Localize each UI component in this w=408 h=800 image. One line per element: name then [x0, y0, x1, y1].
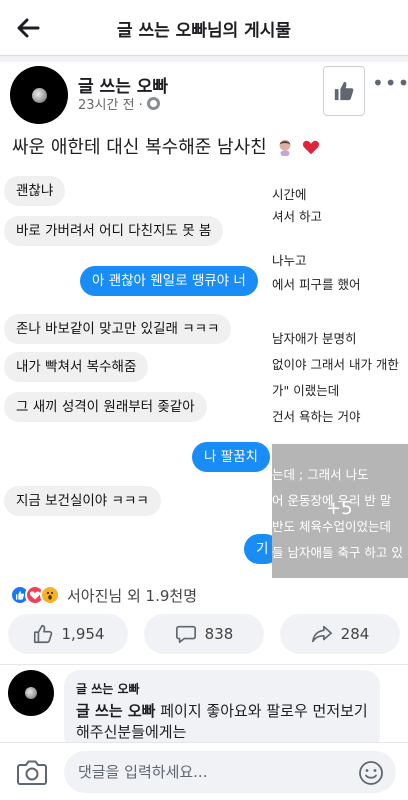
chat-message-in: 존나 바보같이 맞고만 있길래 ㅋㅋㅋ: [4, 314, 232, 344]
thumbs-up-outline-icon: [33, 624, 52, 644]
emoji-button[interactable]: [358, 760, 384, 786]
post-meta: 23시간 전 ·: [78, 94, 160, 113]
thumbnail-text-line: 나누고: [272, 253, 307, 268]
thumbnail-text-line: 에서 피구를 했어: [272, 277, 361, 292]
thumbnail-text-line: 건서 욕하는 거야: [272, 409, 361, 424]
comment-count: 838: [204, 625, 234, 643]
post-caption: 싸운 애한테 대신 복수해준 남사친: [12, 133, 320, 159]
divider: [0, 664, 408, 665]
more-photos-count: +5: [326, 498, 353, 519]
moon-icon: [25, 687, 37, 699]
comment-bubble-icon: [175, 625, 196, 644]
camera-button[interactable]: [16, 757, 48, 787]
section-divider: [0, 56, 408, 62]
chat-message-in: 바로 가버려서 어디 다친지도 못 봄: [4, 216, 224, 246]
like-button[interactable]: 1,954: [8, 614, 128, 654]
globe-icon: [146, 97, 160, 110]
chat-message-in: 내가 빡쳐서 복수해줌: [4, 352, 149, 382]
smiley-icon: [359, 761, 383, 785]
woman-facepalm-emoji-icon: [280, 139, 291, 156]
page-title: 글 쓰는 오빠님의 게시물: [116, 21, 292, 41]
thumbnail-text-line: 시간에: [272, 187, 307, 202]
chat-message-in: 지금 보건실이야 ㅋㅋㅋ: [4, 486, 161, 516]
chat-message-in: 그 새끼 성격이 원래부터 좆같아: [4, 392, 207, 422]
comment-button[interactable]: 838: [144, 614, 264, 654]
share-button[interactable]: 284: [280, 614, 400, 654]
chat-message-out: 나 팔꿈치: [192, 442, 270, 472]
comment-composer: [0, 742, 408, 800]
like-page-button[interactable]: [323, 66, 365, 116]
red-heart-emoji-icon: [303, 140, 320, 155]
comment-input[interactable]: [64, 751, 396, 793]
camera-icon: [17, 760, 47, 785]
overlay-text-line: 는데 ; 그래서 나도: [272, 467, 369, 482]
commenter-avatar[interactable]: [8, 670, 54, 716]
more-options-button[interactable]: •••: [372, 73, 408, 98]
like-count: 1,954: [61, 625, 105, 643]
chat-message-in: 괜찮냐: [4, 176, 66, 206]
thumbnail-text-line: 없이야 그래서 내가 개한: [272, 357, 399, 372]
reactions-summary[interactable]: 서아진님 외 1.9천명: [10, 583, 197, 607]
overlay-text-line: 들 남자애들 축구 하고 있: [272, 545, 403, 560]
reactions-summary-text: 서아진님 외 1.9천명: [67, 586, 197, 605]
more-photos-overlay[interactable]: 는데 ; 그래서 나도 어 운동장에 우리 반 말 반도 체육수업이었는데 들 …: [272, 444, 408, 578]
thumbs-up-icon: [334, 81, 354, 101]
comment-mention[interactable]: 글 쓰는 오빠: [76, 702, 155, 720]
thumbnail-text-line: 셔서 하고: [272, 209, 322, 224]
comment-body: 글 쓰는 오빠 페이지 좋아요와 팔로우 먼저보기 해주신분들에게는: [76, 701, 368, 743]
share-arrow-icon: [311, 625, 332, 643]
chat-message-out: 아 괜찮아 웬일로 땡큐야 너: [80, 266, 258, 296]
moon-icon: [32, 88, 47, 103]
caption-text: 싸운 애한테 대신 복수해준 남사친: [12, 137, 267, 158]
wow-reaction-icon: [40, 585, 60, 605]
author-avatar[interactable]: [10, 66, 68, 124]
top-bar: 글 쓰는 오빠님의 게시물: [0, 0, 408, 56]
post-time[interactable]: 23시간 전 ·: [78, 94, 143, 113]
share-count: 284: [340, 625, 370, 643]
thumbnail-text-line: 가" 이랬는데: [272, 383, 340, 398]
commenter-name[interactable]: 글 쓰는 오빠: [76, 680, 368, 697]
comment-item: 글 쓰는 오빠 글 쓰는 오빠 페이지 좋아요와 팔로우 먼저보기 해주신분들에…: [64, 670, 380, 752]
thumbnail-text-line: 남자애가 분명히: [272, 331, 357, 346]
